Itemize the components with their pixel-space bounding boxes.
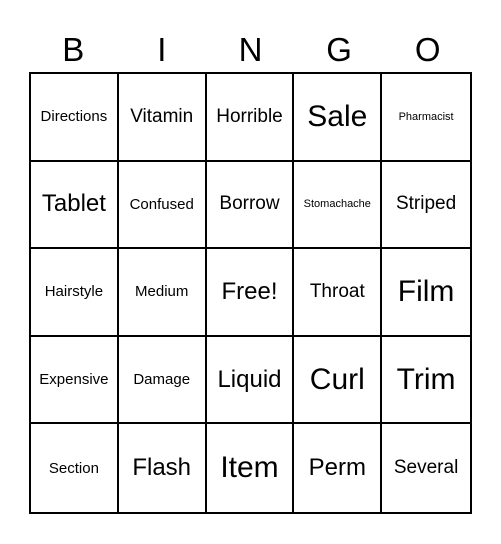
bingo-cell[interactable]: Throat — [294, 249, 383, 337]
bingo-cell-text: Borrow — [219, 193, 280, 215]
bingo-cell[interactable]: Curl — [294, 336, 383, 425]
bingo-cell[interactable]: Free! — [206, 249, 295, 337]
bingo-cell-text: Pharmacist — [398, 110, 454, 123]
bingo-cell-text: Confused — [129, 195, 194, 213]
bingo-cell-text: Liquid — [217, 365, 282, 393]
bingo-cell[interactable]: Hairstyle — [31, 249, 119, 337]
bingo-cell-text: Horrible — [216, 105, 283, 127]
bingo-cell[interactable]: Several — [382, 424, 470, 512]
bingo-cell-text: Trim — [396, 362, 456, 396]
header-letter-i: I — [157, 30, 167, 68]
bingo-header: B I N G O — [29, 26, 472, 72]
bingo-cell-text: Throat — [309, 280, 365, 302]
bingo-cell[interactable]: Flash — [119, 424, 207, 512]
bingo-cell[interactable]: Medium — [118, 249, 207, 337]
bingo-cell-text: Item — [220, 451, 279, 485]
bingo-cell[interactable]: Vitamin — [118, 74, 207, 162]
bingo-cell[interactable]: Expensive — [31, 336, 119, 425]
bingo-cell[interactable]: Damage — [118, 336, 207, 425]
bingo-cell-text: Free! — [221, 277, 278, 305]
bingo-cell[interactable]: Pharmacist — [382, 74, 470, 162]
header-letter-n: N — [238, 30, 263, 68]
bingo-cell[interactable]: Sale — [294, 74, 383, 162]
bingo-cell-text: Damage — [133, 371, 191, 389]
bingo-cell-text: Flash — [132, 454, 192, 482]
bingo-cell-text: Film — [397, 274, 455, 308]
bingo-cell[interactable]: Tablet — [31, 161, 119, 250]
bingo-cell[interactable]: Section — [31, 424, 119, 512]
bingo-cell[interactable]: Trim — [382, 337, 470, 425]
bingo-cell-text: Vitamin — [130, 105, 194, 127]
bingo-cell[interactable]: Horrible — [206, 74, 295, 162]
bingo-cell[interactable]: Striped — [382, 162, 470, 250]
bingo-cell[interactable]: Confused — [118, 161, 207, 250]
bingo-cell-text: Striped — [395, 193, 457, 215]
bingo-cell-text: Several — [393, 457, 459, 479]
bingo-cell-text: Hairstyle — [44, 283, 104, 301]
bingo-cell[interactable]: Stomachache — [294, 161, 383, 250]
header-letter-o: O — [414, 30, 441, 68]
header-letter-b: B — [62, 30, 85, 68]
bingo-cell-text: Perm — [308, 454, 366, 482]
bingo-cell-text: Sale — [307, 99, 368, 133]
bingo-cell-text: Curl — [309, 362, 365, 396]
bingo-cell-text: Tablet — [41, 190, 106, 218]
bingo-cell-text: Medium — [135, 283, 189, 301]
bingo-cell[interactable]: Perm — [294, 424, 383, 512]
header-letter-g: G — [326, 30, 352, 68]
bingo-cell[interactable]: Liquid — [206, 336, 295, 425]
bingo-card-grid: Directions Vitamin Horrible Sale Pharmacist T… — [29, 72, 472, 514]
bingo-cell[interactable]: Item — [207, 424, 295, 512]
bingo-cell-text: Expensive — [39, 371, 109, 389]
bingo-cell[interactable]: Film — [382, 249, 470, 337]
bingo-cell[interactable]: Directions — [31, 74, 119, 162]
bingo-cell-text: Section — [48, 459, 99, 477]
bingo-cell-text: Directions — [40, 108, 108, 126]
bingo-cell-text: Stomachache — [303, 198, 371, 211]
bingo-cell[interactable]: Borrow — [206, 161, 295, 250]
